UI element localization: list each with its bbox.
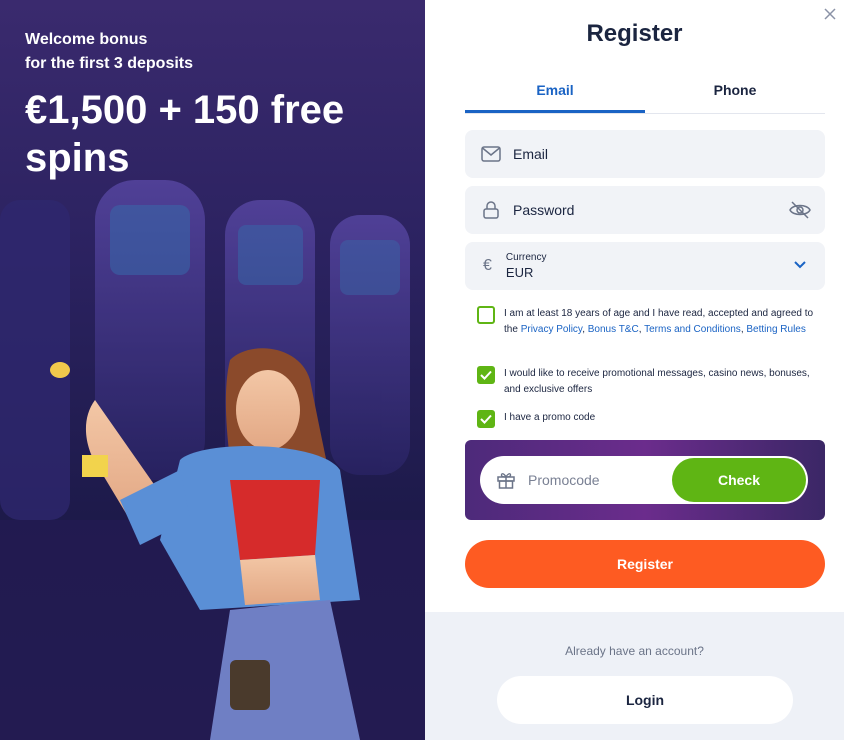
lock-icon <box>481 200 501 220</box>
register-form-panel: Register Email Phone Email Password € Cu… <box>425 0 844 740</box>
marketing-consent-checkbox[interactable] <box>477 366 495 384</box>
eye-off-icon[interactable] <box>789 200 811 220</box>
promo-subtitle-line1: Welcome bonus <box>25 31 148 48</box>
bonus-tc-link[interactable]: Bonus T&C <box>588 324 639 335</box>
privacy-policy-link[interactable]: Privacy Policy <box>521 324 583 335</box>
promo-code-row: I have a promo code <box>477 410 827 428</box>
password-placeholder: Password <box>513 202 575 218</box>
promo-code-label: I have a promo code <box>504 412 596 423</box>
terms-conditions-link[interactable]: Terms and Conditions <box>644 324 741 335</box>
login-footer: Already have an account? Login <box>425 612 844 740</box>
already-account-text: Already have an account? <box>565 644 704 658</box>
promo-headline: €1,500 + 150 free spins <box>25 88 345 180</box>
promo-subtitle-line2: for the first 3 deposits <box>25 55 194 72</box>
age-consent-checkbox[interactable] <box>477 306 495 324</box>
promocode-placeholder: Promocode <box>528 472 600 488</box>
auth-tabs: Email Phone <box>465 80 825 114</box>
promo-code-checkbox[interactable] <box>477 410 495 428</box>
checkmark-icon <box>480 414 492 424</box>
tab-phone[interactable]: Phone <box>645 80 825 113</box>
tab-email[interactable]: Email <box>465 80 645 113</box>
register-button[interactable]: Register <box>465 540 825 588</box>
promo-panel: Welcome bonus for the first 3 deposits €… <box>0 0 425 740</box>
email-placeholder: Email <box>513 146 549 162</box>
promo-text: Welcome bonus for the first 3 deposits €… <box>25 28 385 182</box>
euro-icon: € <box>483 257 492 274</box>
betting-rules-link[interactable]: Betting Rules <box>746 324 805 335</box>
form-title: Register <box>586 20 683 47</box>
age-consent-text: I am at least 18 years of age and I have… <box>504 308 814 335</box>
currency-select[interactable]: € Currency EUR <box>465 242 825 290</box>
login-button[interactable]: Login <box>497 676 793 724</box>
checkmark-icon <box>480 370 492 380</box>
check-button[interactable]: Check <box>672 458 806 502</box>
gift-icon <box>497 473 515 489</box>
age-consent-row: I am at least 18 years of age and I have… <box>477 306 827 338</box>
envelope-icon <box>481 144 501 164</box>
marketing-consent-row: I would like to receive promotional mess… <box>477 366 827 398</box>
email-field[interactable]: Email <box>465 130 825 178</box>
promocode-box: Promocode Check <box>465 440 825 520</box>
promocode-input[interactable]: Promocode Check <box>480 456 808 504</box>
password-field[interactable]: Password <box>465 186 825 234</box>
marketing-consent-label: I would like to receive promotional mess… <box>504 368 810 395</box>
currency-value: EUR <box>505 265 534 280</box>
chevron-down-icon <box>794 261 806 269</box>
currency-label: Currency <box>505 252 547 263</box>
